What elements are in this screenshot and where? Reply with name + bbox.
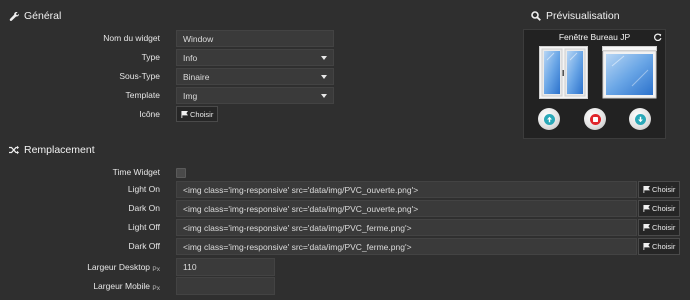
down-button[interactable] [629, 108, 651, 130]
widget-name-input[interactable]: Window [176, 30, 334, 47]
dark-off-label: Dark Off [128, 241, 161, 251]
up-button[interactable] [538, 108, 560, 130]
type-select[interactable]: Info [176, 49, 334, 66]
dark-off-choose-button[interactable]: Choisir [638, 238, 681, 255]
largeur-mobile-label: Largeur Mobile Px [0, 281, 160, 292]
flag-icon [181, 110, 188, 118]
largeur-desktop-text: Largeur Desktop [87, 262, 151, 272]
general-title: Général [24, 10, 62, 22]
wrench-icon [9, 12, 19, 21]
subtype-select[interactable]: Binaire [176, 68, 334, 85]
chevron-down-icon [321, 55, 327, 60]
stop-button[interactable] [584, 108, 606, 130]
choose-label: Choisir [652, 204, 676, 213]
flag-icon [643, 205, 650, 212]
preview-section-title: Prévisualisation [531, 10, 620, 22]
shuffle-icon [9, 145, 19, 155]
icon-label: Icône [139, 109, 160, 119]
light-on-choose-button[interactable]: Choisir [638, 181, 681, 198]
chevron-down-icon [321, 93, 327, 98]
stop-icon [589, 113, 601, 125]
type-value: Info [183, 52, 198, 63]
window-open-image [539, 46, 588, 99]
arrow-down-icon [634, 113, 646, 125]
replacement-section-title: Remplacement [9, 144, 95, 156]
type-label: Type [141, 52, 160, 62]
largeur-mobile-input[interactable] [176, 277, 275, 295]
dark-off-value: <img class='img-responsive' src='data/im… [183, 241, 412, 252]
template-label: Template [125, 90, 161, 100]
flag-icon [643, 243, 650, 250]
preview-title: Prévisualisation [546, 10, 620, 22]
dark-off-input[interactable]: <img class='img-responsive' src='data/im… [176, 238, 637, 255]
largeur-desktop-value: 110 [183, 262, 197, 272]
light-on-label: Light On [127, 184, 160, 194]
widget-name-label: Nom du widget [103, 33, 160, 43]
choose-label: Choisir [190, 109, 214, 119]
general-section-title: Général [9, 10, 61, 22]
choose-label: Choisir [652, 242, 676, 251]
dark-on-choose-button[interactable]: Choisir [638, 200, 681, 217]
preview-widget-name: Fenêtre Bureau JP [558, 32, 631, 42]
dark-on-value: <img class='img-responsive' src='data/im… [183, 203, 419, 214]
largeur-desktop-input[interactable]: 110 [176, 258, 275, 276]
flag-icon [643, 186, 650, 193]
choose-label: Choisir [652, 185, 676, 194]
template-select[interactable]: Img [176, 87, 334, 104]
template-value: Img [183, 90, 198, 101]
window-closed-image [602, 46, 657, 99]
light-on-value: <img class='img-responsive' src='data/im… [183, 184, 419, 195]
time-widget-label: Time Widget [112, 167, 160, 177]
arrow-up-icon [543, 113, 555, 125]
subtype-label: Sous-Type [119, 71, 160, 81]
dark-on-label: Dark On [128, 203, 160, 213]
light-on-input[interactable]: <img class='img-responsive' src='data/im… [176, 181, 637, 198]
choose-label: Choisir [652, 223, 676, 232]
largeur-mobile-text: Largeur Mobile [93, 281, 151, 291]
time-widget-checkbox[interactable] [176, 168, 186, 178]
light-off-choose-button[interactable]: Choisir [638, 219, 681, 236]
flag-icon [643, 224, 650, 231]
px-unit: Px [152, 285, 160, 292]
px-unit: Px [152, 266, 160, 273]
chevron-down-icon [321, 74, 327, 79]
choose-icon-button[interactable]: Choisir [176, 106, 219, 122]
refresh-icon[interactable] [654, 33, 662, 41]
widget-name-value: Window [183, 33, 214, 44]
search-icon [531, 11, 541, 21]
dark-on-input[interactable]: <img class='img-responsive' src='data/im… [176, 200, 637, 217]
light-off-label: Light Off [128, 222, 160, 232]
subtype-value: Binaire [183, 71, 210, 82]
light-off-input[interactable]: <img class='img-responsive' src='data/im… [176, 219, 637, 236]
preview-widget: Fenêtre Bureau JP [523, 29, 666, 139]
largeur-desktop-label: Largeur Desktop Px [0, 262, 160, 273]
replacement-title: Remplacement [24, 144, 95, 156]
light-off-value: <img class='img-responsive' src='data/im… [183, 222, 412, 233]
